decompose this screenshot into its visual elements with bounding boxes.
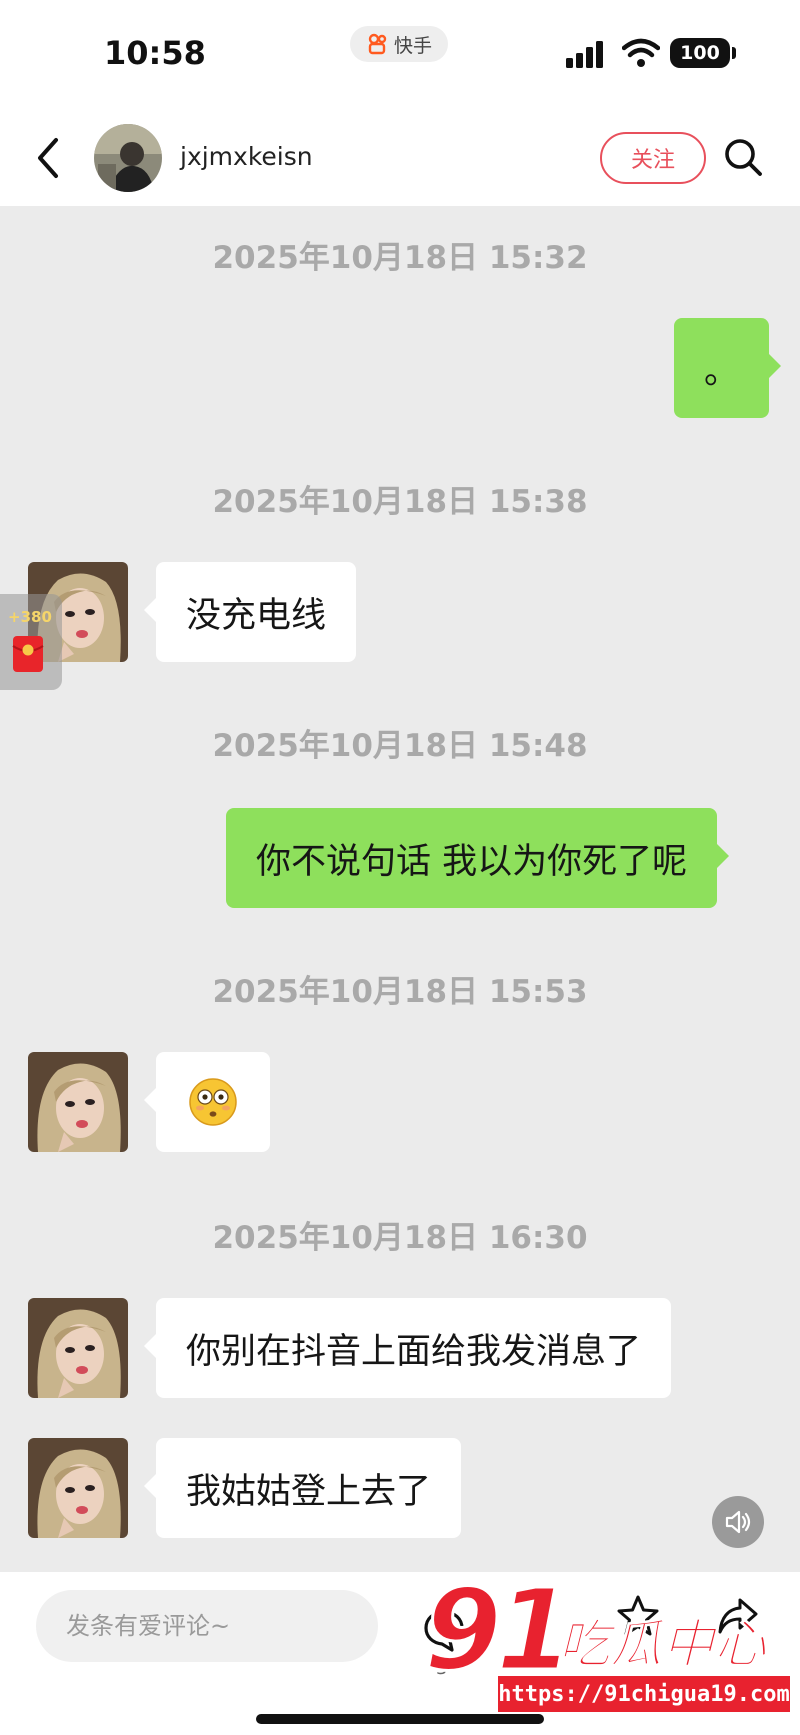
red-packet-icon: [12, 636, 44, 672]
status-time: 10:58: [104, 34, 206, 72]
sender-avatar[interactable]: [28, 1298, 128, 1398]
watermark-url: https://91chigua19.com: [498, 1676, 790, 1712]
battery-indicator: 100: [670, 38, 730, 68]
app-indicator-pill[interactable]: 快手: [350, 26, 448, 62]
site-watermark: 91 吃瓜中心 https://91chigua19.com: [423, 1565, 800, 1726]
reward-count: +380: [8, 608, 52, 626]
incoming-message-bubble[interactable]: [144, 1052, 270, 1152]
message-text: 你不说句话 我以为你死了呢: [256, 841, 688, 882]
message-timestamp: 2025年10月18日 15:32: [212, 240, 588, 276]
watermark-name: 吃瓜中心: [557, 1615, 767, 1676]
message-timestamp: 2025年10月18日 15:48: [212, 728, 588, 764]
speaker-icon: [725, 1510, 751, 1534]
flushed-face-icon: [189, 1078, 237, 1126]
sender-avatar[interactable]: [28, 1052, 128, 1152]
message-text: 。: [704, 351, 740, 392]
sender-avatar[interactable]: [28, 1438, 128, 1538]
sender-avatar-image: [28, 1298, 128, 1398]
status-bar: 10:58 快手 100: [0, 0, 800, 110]
sender-avatar-image: [28, 1052, 128, 1152]
message-timestamp: 2025年10月18日 15:53: [212, 974, 588, 1010]
app-name: 快手: [393, 34, 432, 57]
wifi-icon: [622, 38, 660, 67]
sender-avatar-image: [28, 1438, 128, 1538]
incoming-message-bubble[interactable]: 你别在抖音上面给我发消息了: [143, 1298, 672, 1398]
chat-header: jxjmxkeisn 关注: [0, 110, 800, 206]
speaker-toggle-button[interactable]: [712, 1496, 764, 1548]
red-packet-reward-float[interactable]: +380: [0, 594, 62, 690]
search-icon[interactable]: [722, 136, 764, 178]
contact-avatar[interactable]: [94, 124, 162, 192]
follow-button[interactable]: 关注: [600, 132, 706, 184]
message-text: 没充电线: [186, 595, 327, 636]
battery-tip: [732, 47, 736, 59]
message-text: 你别在抖音上面给我发消息了: [186, 1331, 642, 1372]
back-arrow-icon[interactable]: [32, 134, 66, 182]
incoming-message-bubble[interactable]: 没充电线: [143, 562, 357, 662]
comment-input[interactable]: [36, 1590, 378, 1662]
kuaishou-logo-icon: [368, 33, 387, 55]
outgoing-message-bubble[interactable]: 。: [674, 318, 782, 418]
message-timestamp: 2025年10月18日 15:38: [212, 484, 588, 520]
message-timestamp: 2025年10月18日 16:30: [212, 1220, 588, 1256]
cellular-signal-icon: [566, 41, 603, 68]
contact-avatar-image: [94, 124, 162, 192]
incoming-message-bubble[interactable]: 我姑姑登上去了: [143, 1438, 462, 1538]
message-list[interactable]: 2025年10月18日 15:32 。 2025年10月18日 15:38 没充…: [0, 206, 800, 1571]
contact-username[interactable]: jxjmxkeisn: [180, 142, 313, 171]
outgoing-message-bubble[interactable]: 你不说句话 我以为你死了呢: [226, 808, 730, 908]
message-text: 我姑姑登上去了: [186, 1471, 432, 1512]
